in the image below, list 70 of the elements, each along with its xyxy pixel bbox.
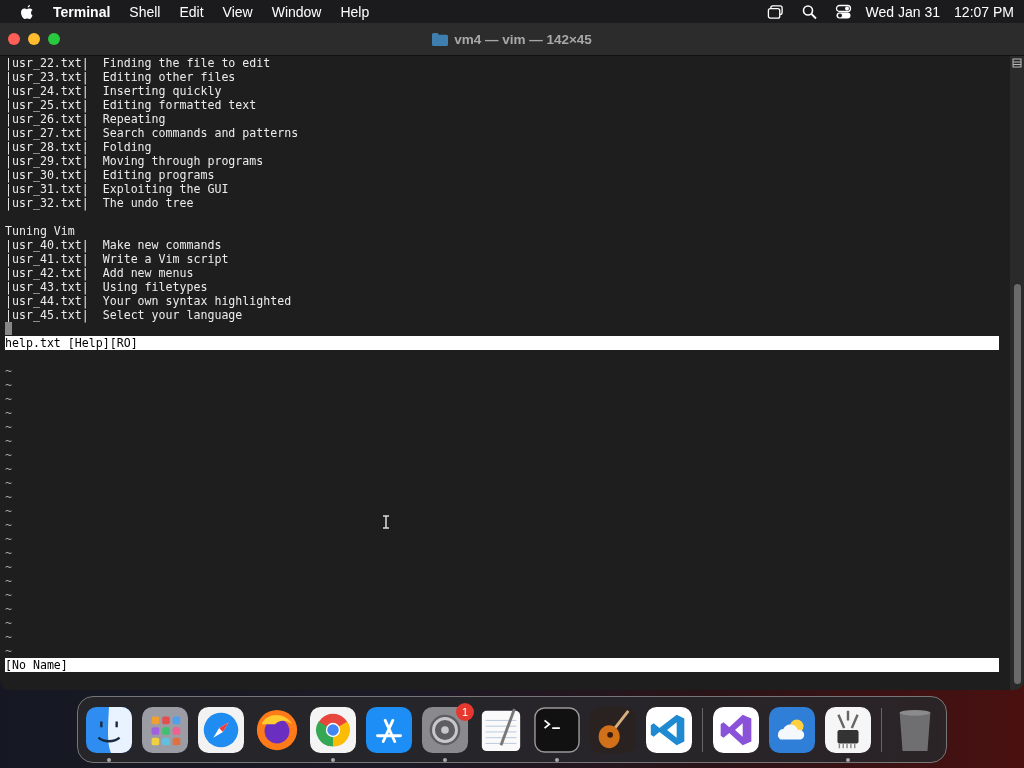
- menu-item[interactable]: Window: [271, 3, 322, 20]
- empty-line-marker: ~: [5, 462, 12, 476]
- app-grid-icon[interactable]: [142, 706, 188, 753]
- empty-line-marker: ~: [5, 616, 12, 630]
- help-line: |usr_22.txt| Finding the file to edit: [5, 56, 271, 70]
- gear-icon[interactable]: [422, 706, 468, 753]
- empty-line-marker: ~: [5, 504, 12, 518]
- compass-icon[interactable]: [198, 706, 244, 753]
- help-line: |usr_41.txt| Write a Vim script: [5, 252, 229, 266]
- cloud-icon[interactable]: [769, 706, 815, 753]
- menu-item[interactable]: Shell: [129, 3, 161, 20]
- notification-badge: 1: [456, 702, 474, 721]
- menu-item[interactable]: View: [222, 3, 253, 20]
- toggles-icon[interactable]: [834, 3, 852, 20]
- menu-time[interactable]: 12:07 PM: [954, 3, 1014, 20]
- empty-line-marker: ~: [5, 644, 12, 658]
- guitar-icon[interactable]: [590, 706, 636, 753]
- app-menu[interactable]: Terminal: [53, 3, 111, 20]
- empty-line-marker: ~: [5, 448, 12, 462]
- menu-item[interactable]: Help: [340, 3, 370, 20]
- empty-line-marker: ~: [5, 434, 12, 448]
- help-line: |usr_27.txt| Search commands and patterns: [5, 126, 299, 140]
- help-line: |usr_24.txt| Inserting quickly: [5, 84, 222, 98]
- empty-line-marker: ~: [5, 518, 12, 532]
- empty-line-marker: ~: [5, 560, 12, 574]
- folder-icon: [432, 32, 449, 46]
- search-icon[interactable]: [800, 3, 818, 20]
- help-line: |usr_45.txt| Select your language: [5, 308, 243, 322]
- help-line: |usr_31.txt| Exploiting the GUI: [5, 182, 229, 196]
- letter-a-icon[interactable]: [366, 706, 412, 753]
- empty-line-marker: ~: [5, 574, 12, 588]
- zoom-button[interactable]: [48, 33, 60, 45]
- help-line: |usr_44.txt| Your own syntax highlighted: [5, 294, 292, 308]
- split-pane-icon[interactable]: [1012, 58, 1022, 68]
- menu-item[interactable]: Edit: [179, 3, 204, 20]
- code-editor-icon[interactable]: [646, 706, 692, 753]
- help-line: |usr_43.txt| Using filetypes: [5, 280, 208, 294]
- help-line: |usr_30.txt| Editing programs: [5, 168, 215, 182]
- empty-line-marker: ~: [5, 364, 12, 378]
- help-line: |usr_42.txt| Add new menus: [5, 266, 194, 280]
- close-button[interactable]: [8, 33, 20, 45]
- help-line: |usr_25.txt| Editing formatted text: [5, 98, 257, 112]
- empty-line-marker: ~: [5, 630, 12, 644]
- section-heading: Tuning Vim: [5, 224, 75, 238]
- empty-line-marker: ~: [5, 602, 12, 616]
- scroll-bar[interactable]: [1010, 56, 1024, 690]
- empty-line-marker: ~: [5, 588, 12, 602]
- terminal-icon[interactable]: [534, 706, 580, 753]
- help-line: |usr_26.txt| Repeating: [5, 112, 166, 126]
- empty-line-marker: ~: [5, 406, 12, 420]
- text-cursor: [5, 322, 12, 335]
- help-line: |usr_23.txt| Editing other files: [5, 70, 236, 84]
- windows-icon[interactable]: [766, 3, 784, 20]
- empty-line-marker: ~: [5, 546, 12, 560]
- help-line: |usr_28.txt| Folding: [5, 140, 152, 154]
- menu-date[interactable]: Wed Jan 31: [865, 3, 941, 20]
- minimize-button[interactable]: [28, 33, 40, 45]
- empty-line-marker: ~: [5, 420, 12, 434]
- window-title: vm4 — vim — 142×45: [454, 31, 592, 47]
- smiling-face-icon[interactable]: [86, 706, 132, 753]
- text-cursor-icon: [382, 515, 390, 529]
- help-line: |usr_40.txt| Make new commands: [5, 238, 222, 252]
- empty-line-marker: ~: [5, 532, 12, 546]
- empty-line-marker: ~: [5, 378, 12, 392]
- empty-line-marker: ~: [5, 490, 12, 504]
- help-line: |usr_32.txt| The undo tree: [5, 196, 194, 210]
- help-line: |usr_29.txt| Moving through programs: [5, 154, 264, 168]
- apple-icon[interactable]: [20, 3, 34, 20]
- empty-line-marker: ~: [5, 392, 12, 406]
- empty-line-marker: ~: [5, 476, 12, 490]
